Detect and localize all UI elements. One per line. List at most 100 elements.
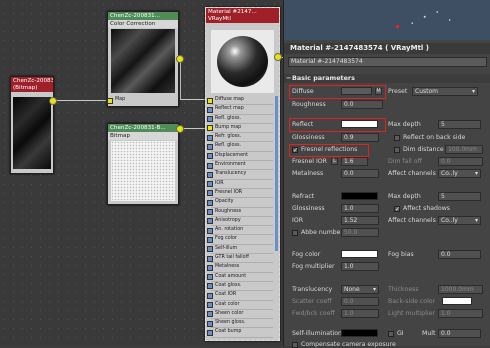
input-port[interactable] bbox=[207, 190, 213, 197]
input-port[interactable] bbox=[207, 292, 213, 299]
output-port[interactable] bbox=[274, 53, 282, 61]
node-bitmap-left[interactable]: ChenZc-200831-B... (Bitmap) bbox=[10, 76, 54, 174]
gi-checkbox[interactable] bbox=[388, 331, 394, 337]
node-scrollbar[interactable] bbox=[275, 96, 278, 251]
material-slot[interactable]: Anisotropy bbox=[207, 217, 273, 227]
mult-spinner[interactable]: 0.0 bbox=[438, 329, 481, 338]
material-slot[interactable]: Opacity bbox=[207, 198, 273, 208]
input-port[interactable] bbox=[207, 171, 213, 178]
glossiness-spinner[interactable]: 0.9 bbox=[341, 133, 379, 142]
scatter-coeff-spinner[interactable]: 0.0 bbox=[341, 297, 379, 306]
input-port[interactable] bbox=[207, 264, 213, 271]
reflect-backside-checkbox[interactable] bbox=[394, 135, 400, 141]
refract-max-depth-spinner[interactable]: 5 bbox=[438, 192, 481, 201]
material-slot[interactable]: Fresnel IOR bbox=[207, 189, 273, 199]
material-slot[interactable]: Coat bump bbox=[207, 328, 273, 338]
input-port[interactable] bbox=[207, 125, 213, 132]
node-bitmap-bottom[interactable]: ChenZc-200831-B... Bitmap bbox=[107, 123, 179, 205]
input-port[interactable] bbox=[207, 162, 213, 169]
compensate-exposure-checkbox[interactable] bbox=[292, 342, 298, 348]
material-slot[interactable]: Bump map bbox=[207, 124, 273, 134]
material-slot[interactable]: GTR tail falloff bbox=[207, 254, 273, 264]
metalness-spinner[interactable]: 0.0 bbox=[341, 169, 379, 178]
section-basic-parameters[interactable]: − Basic parameters bbox=[284, 74, 490, 83]
material-slot[interactable]: Coat amount bbox=[207, 273, 273, 282]
material-slot[interactable]: Coat IOR bbox=[207, 291, 273, 301]
input-port[interactable] bbox=[207, 236, 213, 243]
abbe-spinner[interactable]: 50.0 bbox=[341, 228, 379, 237]
material-slot[interactable]: IOR bbox=[207, 180, 273, 189]
material-slot[interactable]: An. rotation bbox=[207, 226, 273, 236]
material-slot[interactable]: Roughness bbox=[207, 208, 273, 217]
input-port[interactable] bbox=[207, 274, 213, 281]
material-slot[interactable]: Metalness bbox=[207, 263, 273, 273]
material-slot[interactable]: Coat gloss. bbox=[207, 282, 273, 292]
material-slot[interactable]: Sheen gloss. bbox=[207, 319, 273, 329]
input-port[interactable] bbox=[107, 97, 113, 104]
material-slot[interactable]: Diffuse map bbox=[207, 96, 273, 106]
material-slot[interactable]: Fog color bbox=[207, 235, 273, 245]
refract-glossiness-spinner[interactable]: 1.0 bbox=[341, 204, 379, 213]
output-port[interactable] bbox=[176, 125, 184, 133]
input-port[interactable] bbox=[207, 329, 213, 336]
input-port[interactable] bbox=[207, 97, 213, 104]
fog-color-swatch[interactable] bbox=[341, 250, 378, 258]
ior-spinner[interactable]: 1.52 bbox=[341, 216, 379, 225]
fresnel-ior-lock[interactable]: L bbox=[331, 158, 338, 165]
input-port[interactable] bbox=[207, 181, 213, 188]
translucency-dropdown[interactable]: None bbox=[341, 285, 379, 294]
material-slot[interactable]: Refl. gloss. bbox=[207, 115, 273, 124]
dim-distance-checkbox[interactable] bbox=[394, 147, 400, 153]
material-slot[interactable]: Refr. gloss. bbox=[207, 133, 273, 143]
refract-color-swatch[interactable] bbox=[341, 192, 378, 200]
abbe-checkbox[interactable] bbox=[292, 230, 298, 236]
fwdbck-coeff-spinner[interactable]: 1.0 bbox=[341, 309, 379, 318]
material-slot[interactable]: Coat color bbox=[207, 301, 273, 310]
material-slot[interactable]: Environment bbox=[207, 161, 273, 171]
node-slot-map[interactable]: Map bbox=[107, 96, 175, 104]
input-port[interactable] bbox=[207, 255, 213, 262]
input-port[interactable] bbox=[207, 199, 213, 206]
refract-affect-channels-dropdown[interactable]: Co..ly bbox=[438, 216, 481, 225]
material-slot[interactable]: Displacement bbox=[207, 152, 273, 162]
material-slot[interactable]: Refl. gloss. bbox=[207, 142, 273, 152]
input-port[interactable] bbox=[207, 106, 213, 113]
viewport-preview[interactable] bbox=[284, 0, 490, 40]
input-port[interactable] bbox=[207, 246, 213, 253]
material-slot[interactable]: Translucency bbox=[207, 170, 273, 180]
input-port[interactable] bbox=[207, 143, 213, 150]
fog-bias-spinner[interactable]: 0.0 bbox=[438, 250, 481, 259]
input-port[interactable] bbox=[207, 283, 213, 290]
dim-distance-spinner[interactable]: 100.0mm bbox=[445, 145, 483, 154]
fog-multiplier-spinner[interactable]: 1.0 bbox=[341, 262, 379, 271]
input-port[interactable] bbox=[207, 311, 213, 318]
node-color-correction[interactable]: ChenZc-200831... Color Correction Map bbox=[107, 11, 179, 107]
node-editor-canvas[interactable]: ChenZc-200831-B... (Bitmap) ChenZc-20083… bbox=[0, 0, 283, 346]
material-slot[interactable]: Self-illum bbox=[207, 245, 273, 255]
input-port[interactable] bbox=[207, 320, 213, 327]
material-slot[interactable]: Reflect map bbox=[207, 105, 273, 115]
self-illumination-swatch[interactable] bbox=[341, 329, 378, 337]
input-port[interactable] bbox=[207, 116, 213, 123]
fresnel-ior-spinner[interactable]: 1.6 bbox=[341, 157, 368, 166]
output-port[interactable] bbox=[176, 55, 184, 63]
max-depth-spinner[interactable]: 5 bbox=[438, 120, 481, 129]
dim-falloff-spinner[interactable]: 0.0 bbox=[438, 157, 483, 166]
affect-channels-dropdown[interactable]: Co..ly bbox=[438, 169, 481, 178]
input-port[interactable] bbox=[207, 302, 213, 309]
input-port[interactable] bbox=[207, 227, 213, 234]
node-material[interactable]: Material #2147... VRayMtl Diffuse map Re… bbox=[205, 7, 280, 341]
preset-dropdown[interactable]: Custom bbox=[412, 87, 478, 96]
backside-color-swatch[interactable] bbox=[442, 297, 472, 305]
light-multiplier-spinner[interactable]: 1.0 bbox=[438, 309, 483, 318]
material-slot[interactable]: Sheen color bbox=[207, 310, 273, 320]
roughness-spinner[interactable]: 0.0 bbox=[341, 100, 383, 109]
input-port[interactable] bbox=[207, 153, 213, 160]
thickness-spinner[interactable]: 1000.0mm bbox=[438, 285, 483, 294]
input-port[interactable] bbox=[207, 209, 213, 216]
input-port[interactable] bbox=[207, 218, 213, 225]
output-port[interactable] bbox=[49, 97, 57, 105]
affect-shadows-checkbox[interactable]: ✓ bbox=[394, 206, 400, 213]
input-port[interactable] bbox=[207, 134, 213, 141]
material-name-field[interactable]: Material #-2147483574 bbox=[288, 57, 487, 67]
